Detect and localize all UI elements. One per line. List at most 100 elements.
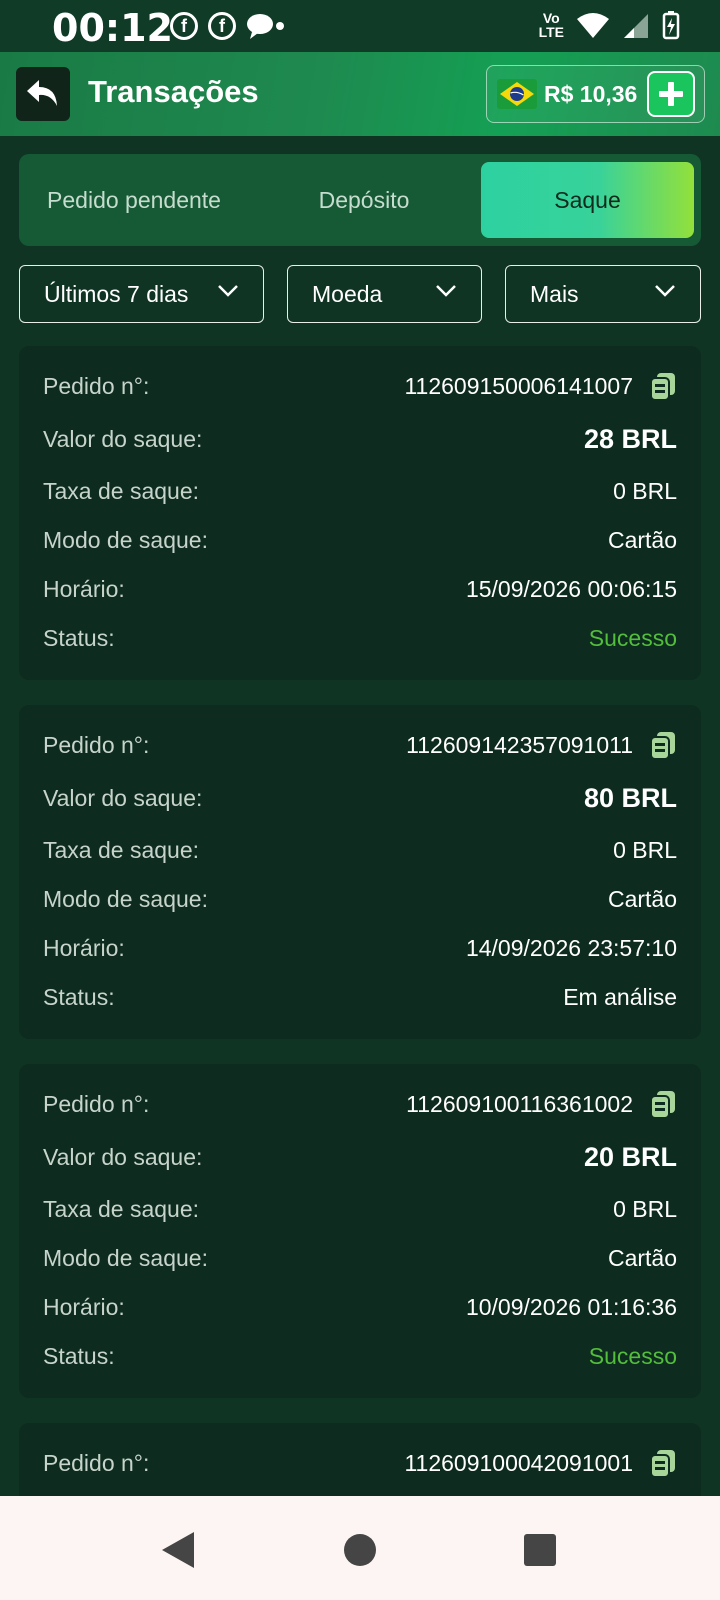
order-row: Pedido n°: 112609150006141007 xyxy=(43,371,677,401)
volte-icon: Vo LTE xyxy=(538,10,564,40)
time-label: Horário: xyxy=(43,575,125,602)
order-number-container: 112609100042091001 xyxy=(404,1448,677,1478)
balance-widget[interactable]: R$ 10,36 xyxy=(486,65,705,123)
fee-row: Taxa de saque: 0 BRL xyxy=(43,476,677,506)
transaction-tabs: Pedido pendente Depósito Saque xyxy=(19,154,701,246)
facebook-icon: f xyxy=(170,12,198,40)
mode-label: Modo de saque: xyxy=(43,885,208,912)
amount-row: Valor do saque: 28 BRL xyxy=(43,424,677,454)
copy-icon[interactable] xyxy=(649,1448,677,1478)
notification-icons: f f xyxy=(170,12,286,40)
amount-value: 28 BRL xyxy=(583,423,677,454)
transaction-card: Pedido n°: 112609100042091001 xyxy=(19,1423,701,1496)
signal-icon xyxy=(624,14,648,38)
chevron-down-icon xyxy=(436,285,456,297)
fee-row: Taxa de saque: 0 BRL xyxy=(43,835,677,865)
system-nav-bar xyxy=(0,1496,720,1600)
brazil-flag-icon xyxy=(497,79,537,109)
time-value: 15/09/2026 00:06:15 xyxy=(465,575,677,602)
mode-value: Cartão xyxy=(607,526,677,553)
status-bar: 00:12 f f Vo LTE xyxy=(0,0,720,52)
order-number-container: 112609150006141007 xyxy=(404,371,677,401)
chevron-down-icon xyxy=(218,285,238,297)
amount-label: Valor do saque: xyxy=(43,425,203,452)
status-label: Status: xyxy=(43,624,115,651)
amount-value: 20 BRL xyxy=(583,1141,677,1172)
mode-row: Modo de saque: Cartão xyxy=(43,884,677,914)
order-row: Pedido n°: 112609100116361002 xyxy=(43,1089,677,1119)
mode-label: Modo de saque: xyxy=(43,1244,208,1271)
fee-value: 0 BRL xyxy=(613,477,677,504)
mode-label: Modo de saque: xyxy=(43,526,208,553)
status-time: 00:12 xyxy=(52,6,173,50)
currency-filter[interactable]: Moeda xyxy=(287,265,482,323)
copy-icon[interactable] xyxy=(649,730,677,760)
balance-amount: R$ 10,36 xyxy=(544,81,638,107)
plus-icon xyxy=(659,82,683,106)
period-filter-label: Últimos 7 dias xyxy=(44,280,189,307)
app-header: Transações R$ 10,36 xyxy=(0,52,720,136)
system-icons: Vo LTE xyxy=(539,10,680,40)
transaction-card: Pedido n°: 112609100116361002 Valor do s… xyxy=(19,1064,701,1398)
order-number: 112609100116361002 xyxy=(406,1090,633,1117)
time-row: Horário: 10/09/2026 01:16:36 xyxy=(43,1292,677,1322)
fee-label: Taxa de saque: xyxy=(43,477,200,504)
period-filter[interactable]: Últimos 7 dias xyxy=(19,265,264,323)
status-label: Status: xyxy=(43,1342,115,1369)
currency-filter-label: Moeda xyxy=(312,280,383,307)
status-value: Em análise xyxy=(563,983,677,1010)
copy-icon[interactable] xyxy=(649,1089,677,1119)
fee-value: 0 BRL xyxy=(613,1195,677,1222)
fee-label: Taxa de saque: xyxy=(43,1195,200,1222)
order-number: 112609100042091001 xyxy=(404,1449,633,1476)
chat-icon xyxy=(246,12,286,40)
transaction-card: Pedido n°: 112609142357091011 Valor do s… xyxy=(19,705,701,1039)
order-row: Pedido n°: 112609100042091001 xyxy=(43,1448,677,1478)
nav-back-icon[interactable] xyxy=(160,1530,196,1570)
order-number: 112609142357091011 xyxy=(406,731,633,758)
status-value: Sucesso xyxy=(588,624,677,651)
fee-value: 0 BRL xyxy=(613,836,677,863)
order-label: Pedido n°: xyxy=(43,1449,150,1476)
order-number-container: 112609100116361002 xyxy=(406,1089,677,1119)
more-filter-label: Mais xyxy=(530,280,579,307)
add-funds-button[interactable] xyxy=(647,71,695,117)
status-row: Status: Em análise xyxy=(43,982,677,1012)
transaction-card: Pedido n°: 112609150006141007 Valor do s… xyxy=(19,346,701,680)
order-number-container: 112609142357091011 xyxy=(406,730,677,760)
facebook-icon: f xyxy=(208,12,236,40)
status-row: Status: Sucesso xyxy=(43,623,677,653)
page-title: Transações xyxy=(88,74,259,109)
order-label: Pedido n°: xyxy=(43,731,150,758)
nav-recents-icon[interactable] xyxy=(524,1534,556,1566)
mode-value: Cartão xyxy=(607,1244,677,1271)
amount-row: Valor do saque: 80 BRL xyxy=(43,783,677,813)
nav-home-icon[interactable] xyxy=(344,1534,376,1566)
amount-label: Valor do saque: xyxy=(43,1143,203,1170)
fee-label: Taxa de saque: xyxy=(43,836,200,863)
amount-row: Valor do saque: 20 BRL xyxy=(43,1142,677,1172)
tab-withdrawal[interactable]: Saque xyxy=(481,162,694,238)
tab-deposit[interactable]: Depósito xyxy=(249,162,479,238)
time-label: Horário: xyxy=(43,1293,125,1320)
order-label: Pedido n°: xyxy=(43,372,150,399)
amount-label: Valor do saque: xyxy=(43,784,203,811)
mode-row: Modo de saque: Cartão xyxy=(43,525,677,555)
more-filter[interactable]: Mais xyxy=(505,265,701,323)
tab-pending-order[interactable]: Pedido pendente xyxy=(19,162,249,238)
battery-icon xyxy=(662,11,680,40)
wifi-icon xyxy=(577,13,609,38)
time-value: 14/09/2026 23:57:10 xyxy=(465,934,677,961)
order-number: 112609150006141007 xyxy=(404,372,633,399)
status-row: Status: Sucesso xyxy=(43,1341,677,1371)
chevron-down-icon xyxy=(655,285,675,297)
back-button[interactable] xyxy=(16,67,70,121)
status-label: Status: xyxy=(43,983,115,1010)
time-label: Horário: xyxy=(43,934,125,961)
copy-icon[interactable] xyxy=(649,371,677,401)
time-row: Horário: 15/09/2026 00:06:15 xyxy=(43,574,677,604)
time-value: 10/09/2026 01:16:36 xyxy=(465,1293,677,1320)
fee-row: Taxa de saque: 0 BRL xyxy=(43,1194,677,1224)
amount-value: 80 BRL xyxy=(583,782,677,813)
status-value: Sucesso xyxy=(588,1342,677,1369)
